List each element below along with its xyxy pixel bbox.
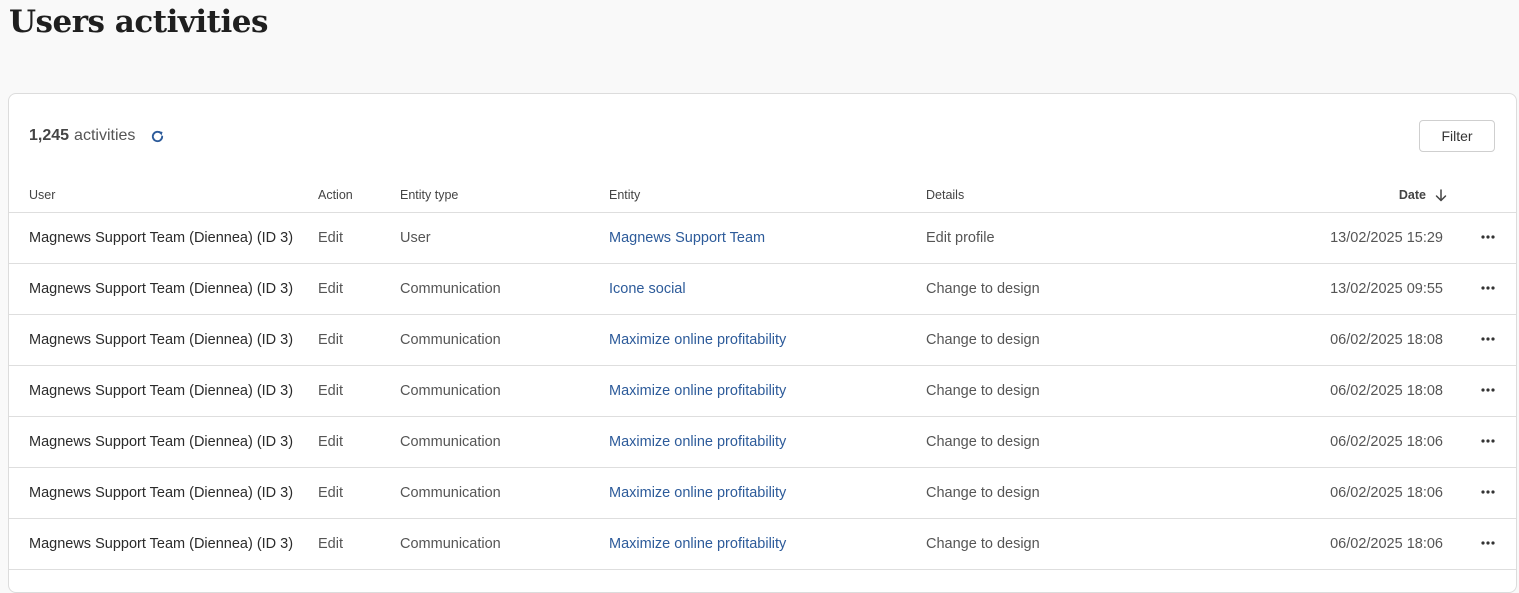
cell-user: Magnews Support Team (Diennea) (ID 3) <box>29 434 294 450</box>
table-row[interactable]: Magnews Support Team (Diennea) (ID 3) Ed… <box>9 264 1516 315</box>
cell-user: Magnews Support Team (Diennea) (ID 3) <box>29 332 294 348</box>
cell-date: 06/02/2025 18:06 <box>1330 485 1443 501</box>
filter-button[interactable]: Filter <box>1419 120 1495 152</box>
entity-link[interactable]: Maximize online profitability <box>609 536 786 552</box>
entity-link[interactable]: Maximize online profitability <box>609 332 786 348</box>
table-row[interactable]: Magnews Support Team (Diennea) (ID 3) Ed… <box>9 213 1516 264</box>
more-options-icon[interactable] <box>1479 228 1497 246</box>
cell-entity-type: Communication <box>400 485 501 501</box>
cell-action: Edit <box>318 536 343 552</box>
cell-date: 06/02/2025 18:06 <box>1330 434 1443 450</box>
cell-action: Edit <box>318 332 343 348</box>
table-row[interactable]: Magnews Support Team (Diennea) (ID 3) Ed… <box>9 519 1516 570</box>
cell-user: Magnews Support Team (Diennea) (ID 3) <box>29 485 294 501</box>
cell-details: Edit profile <box>926 230 995 246</box>
cell-entity-type: User <box>400 230 431 246</box>
cell-entity-type: Communication <box>400 434 501 450</box>
cell-action: Edit <box>318 281 343 297</box>
cell-date: 13/02/2025 15:29 <box>1330 230 1443 246</box>
column-header-action[interactable]: Action <box>318 188 353 202</box>
entity-link[interactable]: Magnews Support Team <box>609 230 765 246</box>
cell-action: Edit <box>318 383 343 399</box>
column-header-date-label: Date <box>1398 188 1426 202</box>
cell-action: Edit <box>318 485 343 501</box>
activities-summary: 1,245 activities <box>29 127 165 145</box>
cell-date: 13/02/2025 09:55 <box>1330 281 1443 297</box>
cell-user: Magnews Support Team (Diennea) (ID 3) <box>29 536 294 552</box>
column-header-details[interactable]: Details <box>926 188 964 202</box>
cell-details: Change to design <box>926 485 1040 501</box>
activities-label: activities <box>74 127 136 144</box>
entity-link[interactable]: Icone social <box>609 281 686 297</box>
more-options-icon[interactable] <box>1479 381 1497 399</box>
cell-action: Edit <box>318 434 343 450</box>
cell-details: Change to design <box>926 536 1040 552</box>
column-header-user[interactable]: User <box>29 188 55 202</box>
table-header: User Action Entity type Entity Details D… <box>9 176 1516 213</box>
cell-user: Magnews Support Team (Diennea) (ID 3) <box>29 230 294 246</box>
cell-user: Magnews Support Team (Diennea) (ID 3) <box>29 281 294 297</box>
column-header-entity[interactable]: Entity <box>609 188 640 202</box>
entity-link[interactable]: Maximize online profitability <box>609 383 786 399</box>
cell-date: 06/02/2025 18:06 <box>1330 536 1443 552</box>
cell-details: Change to design <box>926 332 1040 348</box>
cell-entity-type: Communication <box>400 332 501 348</box>
more-options-icon[interactable] <box>1479 534 1497 552</box>
more-options-icon[interactable] <box>1479 330 1497 348</box>
cell-date: 06/02/2025 18:08 <box>1330 332 1443 348</box>
table-row[interactable]: Magnews Support Team (Diennea) (ID 3) Ed… <box>9 468 1516 519</box>
table-row[interactable]: Magnews Support Team (Diennea) (ID 3) Ed… <box>9 417 1516 468</box>
cell-action: Edit <box>318 230 343 246</box>
activities-count: 1,245 <box>29 127 70 144</box>
more-options-icon[interactable] <box>1479 279 1497 297</box>
cell-user: Magnews Support Team (Diennea) (ID 3) <box>29 383 294 399</box>
table-row[interactable]: Magnews Support Team (Diennea) (ID 3) Ed… <box>9 366 1516 417</box>
cell-details: Change to design <box>926 434 1040 450</box>
page-title: Users activities <box>9 4 268 40</box>
activities-card: 1,245 activities Filter User Action Enti… <box>8 93 1517 593</box>
column-header-entity-type[interactable]: Entity type <box>400 188 458 202</box>
column-header-date[interactable]: Date <box>1399 188 1447 202</box>
entity-link[interactable]: Maximize online profitability <box>609 485 786 501</box>
more-options-icon[interactable] <box>1479 432 1497 450</box>
table-row[interactable]: Magnews Support Team (Diennea) (ID 3) Ed… <box>9 315 1516 366</box>
cell-entity-type: Communication <box>400 383 501 399</box>
more-options-icon[interactable] <box>1479 483 1497 501</box>
cell-date: 06/02/2025 18:08 <box>1330 383 1443 399</box>
table-body: Magnews Support Team (Diennea) (ID 3) Ed… <box>9 213 1516 570</box>
arrow-down-icon <box>1435 188 1447 202</box>
activities-table: User Action Entity type Entity Details D… <box>9 176 1516 570</box>
refresh-icon[interactable] <box>149 128 165 144</box>
cell-details: Change to design <box>926 383 1040 399</box>
cell-entity-type: Communication <box>400 536 501 552</box>
cell-details: Change to design <box>926 281 1040 297</box>
entity-link[interactable]: Maximize online profitability <box>609 434 786 450</box>
cell-entity-type: Communication <box>400 281 501 297</box>
